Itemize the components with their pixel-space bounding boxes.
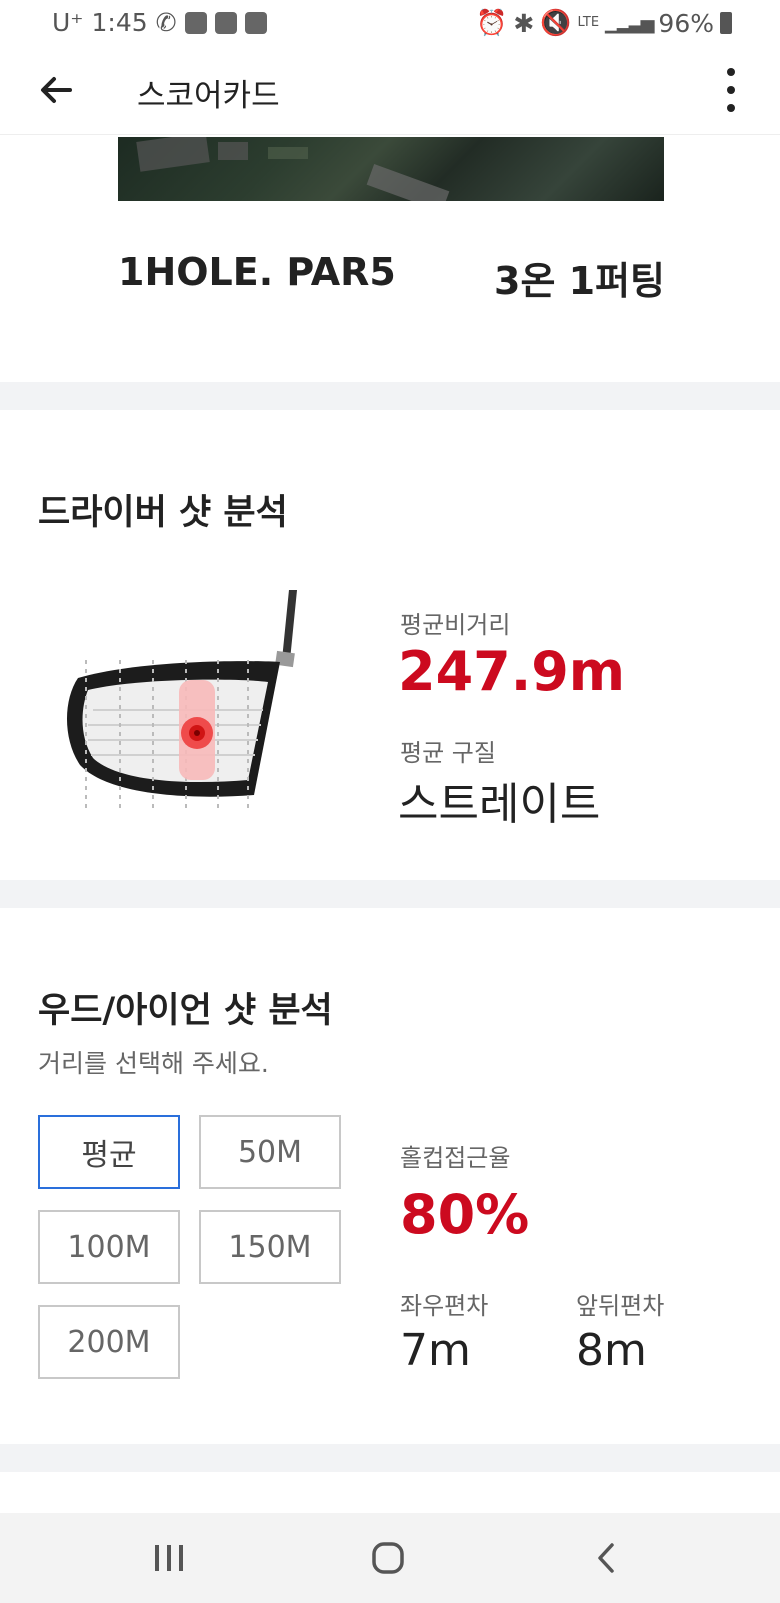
distance-button-100m[interactable]: 100M bbox=[38, 1210, 180, 1284]
more-vert-icon[interactable] bbox=[716, 68, 746, 112]
network-type: LTE bbox=[577, 15, 600, 30]
bluetooth-icon: ✱ bbox=[513, 8, 535, 38]
distance-button-150m[interactable]: 150M bbox=[199, 1210, 341, 1284]
distance-button-avg[interactable]: 평균 bbox=[38, 1115, 180, 1189]
battery-percent: 96% bbox=[658, 8, 714, 38]
cup-rate-value: 80% bbox=[400, 1183, 530, 1246]
avg-distance-value: 247.9m bbox=[398, 640, 626, 703]
home-icon[interactable] bbox=[371, 1541, 405, 1579]
avg-distance-label: 평균비거리 bbox=[400, 611, 511, 639]
distance-button-200m[interactable]: 200M bbox=[38, 1305, 180, 1379]
stock-notification-icon bbox=[214, 11, 237, 34]
section-divider bbox=[0, 880, 780, 908]
fb-deviation-value: 8m bbox=[576, 1325, 647, 1376]
alarm-icon: ⏰ bbox=[476, 8, 508, 37]
status-time: 1:45 bbox=[91, 8, 148, 37]
cup-rate-label: 홀컵접근율 bbox=[400, 1144, 511, 1172]
section-divider bbox=[0, 382, 780, 410]
wood-iron-section-title: 우드/아이언 샷 분석 bbox=[38, 991, 333, 1031]
carrier-label: U⁺ bbox=[52, 8, 84, 37]
hole-map-image bbox=[118, 137, 664, 201]
system-nav-bar bbox=[0, 1513, 780, 1603]
wood-iron-subtitle: 거리를 선택해 주세요. bbox=[38, 1049, 269, 1078]
back-arrow-icon[interactable] bbox=[34, 68, 78, 112]
signal-icon: ▁▂▃▅ bbox=[605, 12, 654, 34]
distance-button-50m[interactable]: 50M bbox=[199, 1115, 341, 1189]
driver-club-illustration bbox=[58, 586, 358, 820]
avg-quality-value: 스트레이트 bbox=[398, 779, 601, 830]
lr-deviation-value: 7m bbox=[400, 1325, 471, 1376]
nav-back-icon[interactable] bbox=[594, 1541, 618, 1579]
fb-deviation-label: 앞뒤편차 bbox=[576, 1292, 665, 1320]
call-icon: ✆ bbox=[155, 8, 177, 37]
lr-deviation-label: 좌우편차 bbox=[400, 1292, 489, 1320]
page-title: 스코어카드 bbox=[137, 78, 280, 114]
wifi-notification-icon bbox=[244, 11, 267, 34]
mute-icon: 🔇 bbox=[540, 8, 572, 37]
avg-quality-label: 평균 구질 bbox=[400, 739, 496, 767]
battery-icon bbox=[720, 12, 732, 34]
status-bar: U⁺ 1:45 ✆ ⏰ ✱ 🔇 LTE ▁▂▃▅ 96% bbox=[0, 0, 780, 48]
recent-apps-icon[interactable] bbox=[153, 1543, 185, 1577]
section-divider bbox=[0, 1444, 780, 1472]
hole-name: 1HOLE. PAR5 bbox=[118, 250, 396, 294]
hole-result: 3온 1퍼팅 bbox=[494, 259, 665, 303]
app-notification-icon bbox=[184, 11, 207, 34]
app-bar: 스코어카드 bbox=[0, 48, 780, 135]
driver-section-title: 드라이버 샷 분석 bbox=[38, 493, 288, 533]
